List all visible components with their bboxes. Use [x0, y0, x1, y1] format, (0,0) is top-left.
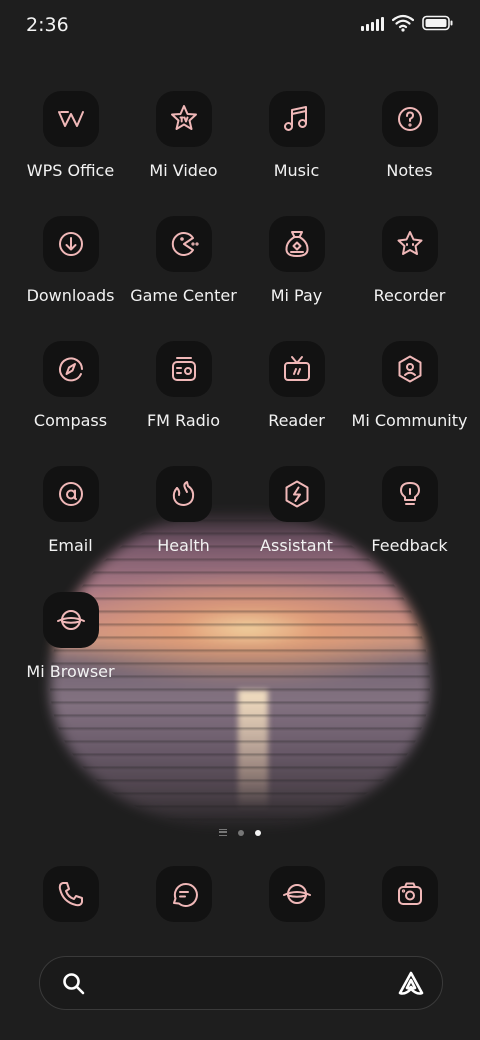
app-tile[interactable] [155, 866, 212, 922]
app-tile[interactable] [42, 466, 99, 522]
app-tile[interactable] [42, 866, 99, 922]
email-icon [58, 482, 83, 506]
app-label: Downloads [26, 286, 115, 305]
app-tile[interactable] [42, 216, 99, 272]
app-mi-video[interactable]: Mi Video [127, 91, 240, 201]
status-bar: 2:36 [0, 0, 480, 52]
app-notes[interactable]: Notes [353, 91, 466, 201]
app-tile[interactable] [155, 466, 212, 522]
app-reader[interactable]: Reader [240, 341, 353, 451]
app-tile[interactable] [381, 341, 438, 397]
reader-icon [283, 356, 310, 381]
app-tile[interactable] [42, 91, 99, 147]
app-label: Game Center [130, 286, 237, 305]
app-tile[interactable] [268, 866, 325, 922]
page-dot-2-active[interactable] [255, 829, 261, 836]
app-label: Mi Pay [270, 286, 323, 305]
music-icon [283, 106, 307, 131]
search-bar[interactable] [39, 956, 443, 1010]
game-center-icon [171, 232, 199, 256]
search-icon[interactable] [60, 970, 88, 998]
wps-office-icon [57, 111, 84, 127]
recorder-icon [397, 231, 422, 255]
app-label: WPS Office [26, 161, 115, 180]
status-icons [361, 14, 454, 32]
app-tile[interactable] [268, 466, 325, 522]
app-tile[interactable] [42, 341, 99, 397]
app-tile[interactable] [155, 216, 212, 272]
app-label: Notes [386, 161, 433, 180]
assistant-logo-icon[interactable] [396, 969, 426, 999]
app-fm-radio[interactable]: FM Radio [127, 341, 240, 451]
app-tile[interactable] [42, 592, 99, 648]
app-label: Email [48, 536, 93, 555]
battery-icon [422, 15, 453, 31]
app-label: Recorder [373, 286, 446, 305]
dock-messages[interactable] [127, 866, 240, 922]
app-label: Mi Video [149, 161, 218, 180]
mi-video-icon [170, 105, 197, 130]
page-indicator[interactable] [0, 829, 480, 836]
app-game-center[interactable]: Game Center [127, 216, 240, 326]
app-label: Health [157, 536, 210, 555]
page-menu-icon[interactable] [219, 829, 227, 836]
phone-icon [58, 882, 83, 907]
fm-radio-icon [171, 357, 196, 381]
assistant-icon [285, 480, 308, 508]
app-label: Compass [33, 411, 108, 430]
app-tile[interactable] [381, 91, 438, 147]
app-tile[interactable] [268, 91, 325, 147]
signal-icon [361, 15, 384, 31]
app-label: Mi Community [351, 411, 468, 430]
app-mi-pay[interactable]: Mi Pay [240, 216, 353, 326]
app-downloads[interactable]: Downloads [14, 216, 127, 326]
app-compass[interactable]: Compass [14, 341, 127, 451]
messages-icon [172, 882, 198, 907]
app-tile[interactable] [155, 341, 212, 397]
app-label: FM Radio [146, 411, 221, 430]
app-mi-community[interactable]: Mi Community [351, 341, 468, 451]
notes-icon [397, 107, 422, 131]
app-tile[interactable] [268, 341, 325, 397]
app-label: Feedback [371, 536, 448, 555]
wifi-icon [392, 14, 414, 32]
app-tile[interactable] [381, 466, 438, 522]
app-label: Assistant [260, 536, 333, 555]
app-recorder[interactable]: Recorder [353, 216, 466, 326]
mi-pay-icon [284, 231, 309, 257]
app-assistant[interactable]: Assistant [240, 466, 353, 576]
app-email[interactable]: Email [14, 466, 127, 576]
page-dot-1[interactable] [238, 829, 244, 836]
app-label: Reader [268, 411, 325, 430]
app-label: Mi Browser [26, 662, 115, 681]
downloads-icon [58, 232, 83, 256]
mi-community-icon [398, 355, 421, 383]
app-tile[interactable] [155, 91, 212, 147]
app-mi-browser[interactable]: Mi Browser [14, 592, 127, 702]
status-time: 2:36 [26, 14, 69, 36]
app-health[interactable]: Health [127, 466, 240, 576]
dock-browser[interactable] [240, 866, 353, 922]
app-wps-office[interactable]: WPS Office [14, 91, 127, 201]
browser-icon [282, 884, 311, 904]
feedback-icon [399, 482, 420, 505]
app-tile[interactable] [381, 866, 438, 922]
mi-browser-icon [56, 610, 85, 630]
app-label: Music [273, 161, 320, 180]
health-icon [172, 481, 194, 506]
app-tile[interactable] [381, 216, 438, 272]
compass-icon [58, 357, 83, 382]
camera-icon [397, 882, 422, 905]
app-music[interactable]: Music [240, 91, 353, 201]
dock-phone[interactable] [14, 866, 127, 922]
app-feedback[interactable]: Feedback [353, 466, 466, 576]
dock-camera[interactable] [353, 866, 466, 922]
app-tile[interactable] [268, 216, 325, 272]
